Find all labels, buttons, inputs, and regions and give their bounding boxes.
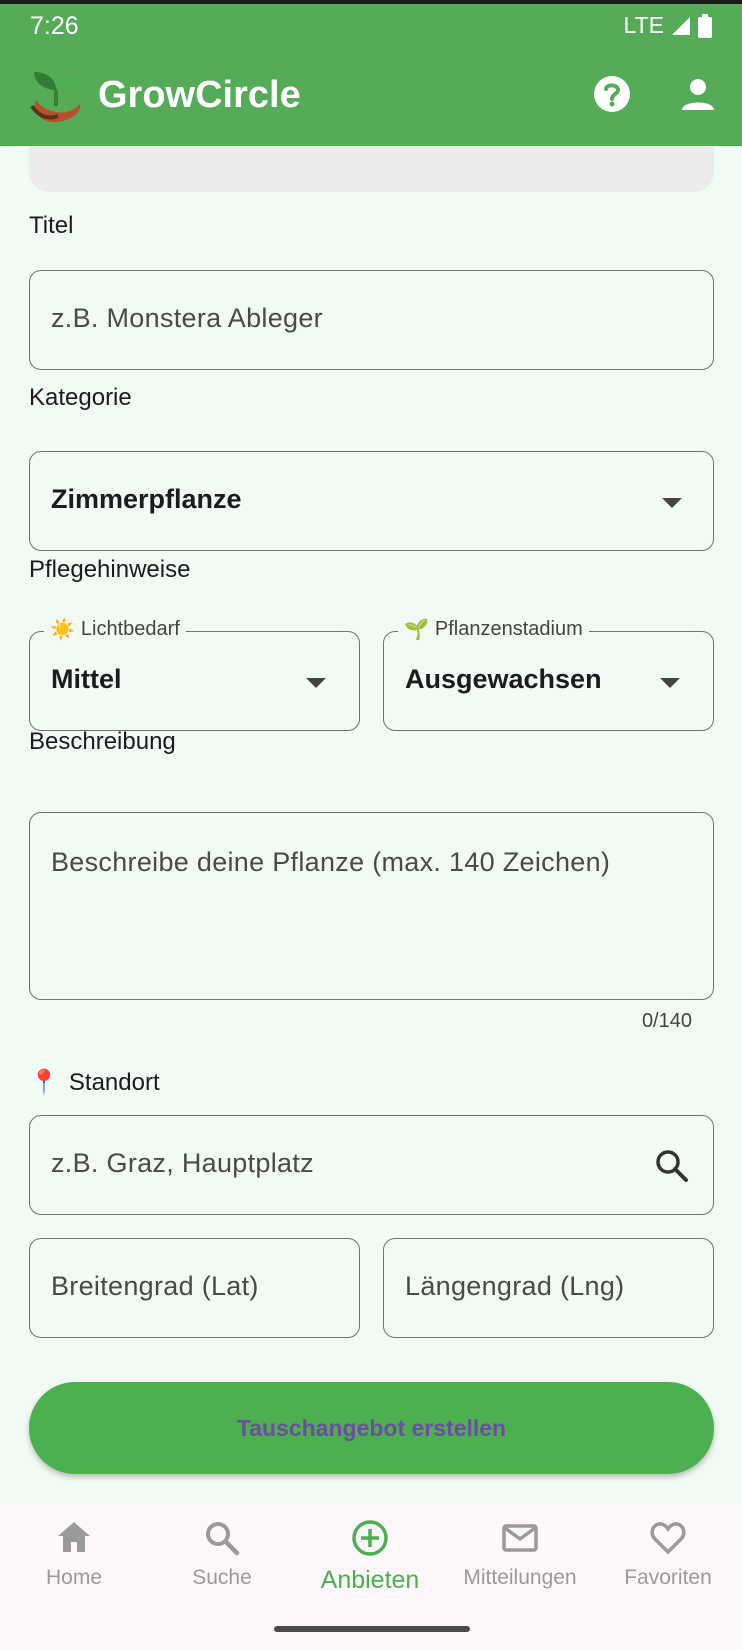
- description-placeholder: Beschreibe deine Pflanze (max. 140 Zeich…: [51, 847, 611, 877]
- longitude-input[interactable]: Längengrad (Lng): [383, 1238, 714, 1338]
- battery-icon: [698, 13, 712, 38]
- status-bar: 7:26 LTE: [0, 0, 742, 48]
- category-dropdown[interactable]: Zimmerpflanze: [29, 451, 714, 551]
- nav-search[interactable]: Suche: [148, 1518, 296, 1590]
- category-value: Zimmerpflanze: [51, 484, 242, 514]
- light-dropdown[interactable]: ☀️ Lichtbedarf Mittel: [29, 617, 360, 731]
- search-icon: [206, 1522, 240, 1556]
- growcircle-logo-icon: [30, 72, 82, 123]
- create-offer-button[interactable]: Tauschangebot erstellen: [29, 1382, 714, 1474]
- longitude-placeholder: Längengrad (Lng): [405, 1271, 625, 1301]
- latitude-placeholder: Breitengrad (Lat): [51, 1271, 259, 1301]
- stage-float-label: 🌱 Pflanzenstadium: [398, 617, 589, 642]
- title-placeholder: z.B. Monstera Ableger: [51, 303, 323, 333]
- home-icon: [58, 1522, 90, 1552]
- stage-label: Pflanzenstadium: [434, 618, 583, 640]
- light-value: Mittel: [51, 664, 122, 694]
- stage-value: Ausgewachsen: [405, 664, 602, 694]
- help-icon[interactable]: [590, 72, 634, 116]
- location-label: Standort: [68, 1068, 160, 1096]
- sun-icon: ☀️: [50, 619, 75, 641]
- nav-offer[interactable]: Anbieten: [296, 1518, 444, 1595]
- home-indicator[interactable]: [274, 1626, 470, 1632]
- app-bar: GrowCircle: [0, 48, 742, 146]
- stage-dropdown[interactable]: 🌱 Pflanzenstadium Ausgewachsen: [383, 617, 714, 731]
- add-circle-icon: [352, 1520, 388, 1556]
- nav-favorites-label: Favoriten: [624, 1566, 712, 1589]
- mail-icon: [502, 1524, 538, 1552]
- chevron-down-icon: [662, 498, 682, 508]
- offer-form: Titel z.B. Monstera Ableger Kategorie Zi…: [0, 146, 742, 1504]
- status-time: 7:26: [30, 12, 79, 40]
- nav-search-label: Suche: [192, 1566, 252, 1589]
- title-input[interactable]: z.B. Monstera Ableger: [29, 270, 714, 370]
- nav-home-label: Home: [45, 1566, 103, 1589]
- app-title: GrowCircle: [98, 74, 301, 116]
- chevron-down-icon: [660, 678, 680, 688]
- heart-icon: [650, 1522, 686, 1555]
- chevron-down-icon: [306, 678, 326, 688]
- care-label: Pflegehinweise: [29, 556, 191, 583]
- location-placeholder: z.B. Graz, Hauptplatz: [51, 1148, 314, 1178]
- seedling-icon: 🌱: [404, 619, 429, 641]
- pin-icon: 📍: [29, 1069, 59, 1096]
- location-search-input[interactable]: z.B. Graz, Hauptplatz: [29, 1115, 714, 1215]
- location-heading: 📍 Standort: [29, 1068, 160, 1097]
- description-label: Beschreibung: [29, 728, 176, 755]
- latitude-input[interactable]: Breitengrad (Lat): [29, 1238, 360, 1338]
- nav-messages-label: Mitteilungen: [463, 1566, 577, 1589]
- description-textarea[interactable]: Beschreibe deine Pflanze (max. 140 Zeich…: [29, 812, 714, 1000]
- account-icon[interactable]: [676, 72, 720, 116]
- status-icons: LTE: [624, 12, 712, 39]
- network-label: LTE: [623, 12, 664, 38]
- image-preview-area[interactable]: [29, 146, 714, 192]
- nav-offer-label: Anbieten: [320, 1566, 420, 1594]
- signal-icon: [672, 16, 690, 35]
- title-label: Titel: [29, 212, 74, 239]
- description-counter: 0/140: [641, 1010, 692, 1032]
- light-float-label: ☀️ Lichtbedarf: [44, 617, 186, 642]
- nav-messages[interactable]: Mitteilungen: [446, 1518, 594, 1590]
- category-label: Kategorie: [29, 384, 132, 411]
- nav-favorites[interactable]: Favoriten: [594, 1518, 742, 1590]
- light-label: Lichtbedarf: [80, 618, 180, 640]
- search-icon[interactable]: [654, 1148, 690, 1184]
- nav-home[interactable]: Home: [0, 1518, 148, 1590]
